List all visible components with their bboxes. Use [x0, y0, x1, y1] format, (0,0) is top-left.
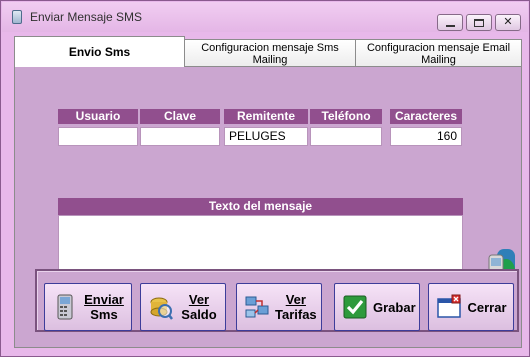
cerrar-label: Cerrar — [467, 299, 507, 315]
maximize-icon — [474, 18, 484, 27]
tab-config-sms[interactable]: Configuracion mensaje Sms Mailing — [184, 39, 356, 67]
close-icon: ✕ — [503, 16, 513, 28]
caracteres-field[interactable]: 160 — [390, 127, 462, 146]
enviar-sms-button[interactable]: Enviar Sms — [44, 283, 132, 331]
maximize-button[interactable] — [466, 14, 492, 31]
window-title: Enviar Mensaje SMS — [30, 10, 143, 24]
tab-config-email[interactable]: Configuracion mensaje Email Mailing — [355, 39, 522, 67]
close-window-icon — [437, 294, 461, 318]
minimize-icon — [445, 24, 455, 27]
tariff-icon — [245, 296, 269, 318]
usuario-header: Usuario — [58, 109, 138, 124]
grabar-button[interactable]: Grabar — [334, 283, 420, 331]
enviar-label-2: Sms — [90, 307, 118, 322]
message-header: Texto del mensaje — [58, 198, 463, 215]
client-area: Envio Sms Configuracion mensaje Sms Mail… — [10, 36, 522, 348]
clave-field[interactable] — [140, 127, 220, 146]
app-phone-icon — [12, 10, 22, 24]
minimize-button[interactable] — [437, 14, 463, 31]
saldo-label-1: Ver — [188, 292, 210, 307]
main-window: Enviar Mensaje SMS ✕ Envio Sms Configura… — [0, 0, 530, 357]
usuario-field[interactable] — [58, 127, 138, 146]
tab-strip: Envio Sms Configuracion mensaje Sms Mail… — [14, 36, 522, 67]
close-button[interactable]: ✕ — [495, 14, 521, 31]
check-icon — [343, 295, 367, 319]
coins-icon — [150, 297, 173, 320]
ver-saldo-button[interactable]: Ver Saldo — [140, 283, 226, 331]
button-bar: Enviar Sms Ver Saldo Ver Tarifas Grabar … — [35, 269, 519, 332]
telefono-header: Teléfono — [310, 109, 382, 124]
remitente-header: Remitente — [224, 109, 308, 124]
remitente-field[interactable]: PELUGES — [224, 127, 308, 146]
enviar-label-1: Enviar — [84, 292, 124, 307]
cerrar-button[interactable]: Cerrar — [428, 283, 514, 331]
saldo-label-2: Saldo — [181, 307, 217, 322]
sms-icon — [57, 294, 73, 320]
tarifas-label-2: Tarifas — [275, 307, 317, 322]
title-bar[interactable]: Enviar Mensaje SMS ✕ — [2, 2, 528, 32]
telefono-field[interactable] — [310, 127, 382, 146]
clave-header: Clave — [140, 109, 220, 124]
ver-tarifas-button[interactable]: Ver Tarifas — [236, 283, 322, 331]
tab-envio-sms[interactable]: Envio Sms — [14, 36, 185, 67]
caracteres-header: Caracteres — [390, 109, 462, 124]
tarifas-label-1: Ver — [285, 292, 306, 307]
grabar-label: Grabar — [373, 299, 416, 315]
